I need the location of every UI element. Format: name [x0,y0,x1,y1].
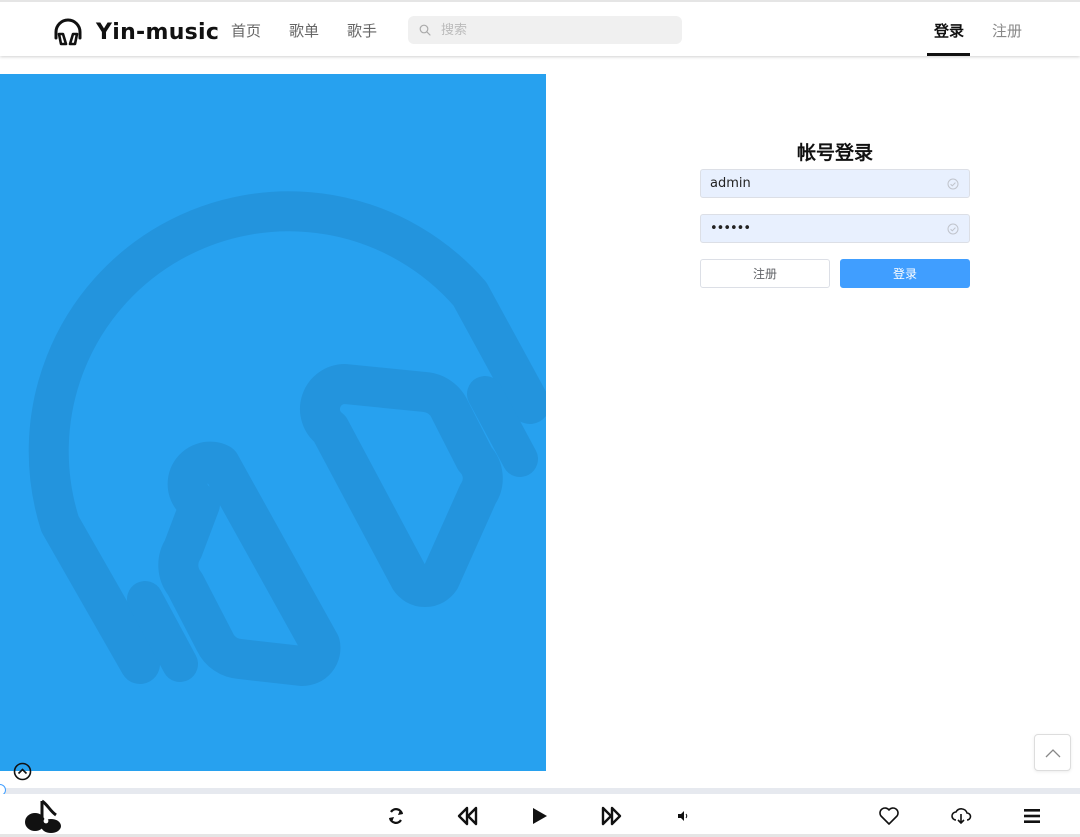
active-tab-underline [926,53,970,56]
chevron-up-icon [1045,748,1060,757]
nav-singers[interactable]: 歌手 [347,20,377,41]
register-button[interactable]: 注册 [700,259,830,288]
nav-playlists[interactable]: 歌单 [289,20,319,41]
login-banner [0,74,546,771]
download-icon[interactable] [950,806,972,826]
auth-links: 登录 注册 [906,20,1022,56]
top-header: Yin-music 首页 歌单 歌手 登录 注册 [0,0,1080,56]
previous-icon[interactable] [456,805,480,827]
header-login-label: 登录 [933,22,964,40]
volume-icon[interactable] [677,810,689,822]
header-login-link[interactable]: 登录 [926,20,970,56]
play-icon[interactable] [531,806,549,826]
headphones-icon [54,18,82,46]
password-field[interactable] [700,214,970,243]
header-register-link[interactable]: 注册 [992,20,1022,41]
brand-name: Yin-music [96,19,220,45]
brand-logo[interactable]: Yin-music [52,16,219,48]
player-bar [0,794,1080,837]
login-title: 帐号登录 [796,142,873,164]
username-input[interactable] [701,175,947,192]
nav-home[interactable]: 首页 [231,20,261,41]
valid-check-icon [947,223,959,234]
playlist-icon[interactable] [1023,808,1041,824]
username-field[interactable] [700,169,970,198]
favorite-icon[interactable] [878,806,900,826]
search-icon [419,24,431,36]
search-box[interactable] [408,16,682,44]
album-cover-icon[interactable] [24,797,64,835]
expand-player-icon[interactable] [13,762,32,781]
back-to-top-button[interactable] [1034,734,1071,771]
valid-check-icon [947,178,959,189]
next-icon[interactable] [599,805,623,827]
password-input[interactable] [701,220,947,237]
headphones-watermark-icon [28,191,546,686]
search-input[interactable] [439,21,663,39]
login-button[interactable]: 登录 [840,259,970,288]
main-nav: 首页 歌单 歌手 [231,20,405,41]
loop-icon[interactable] [386,806,406,826]
